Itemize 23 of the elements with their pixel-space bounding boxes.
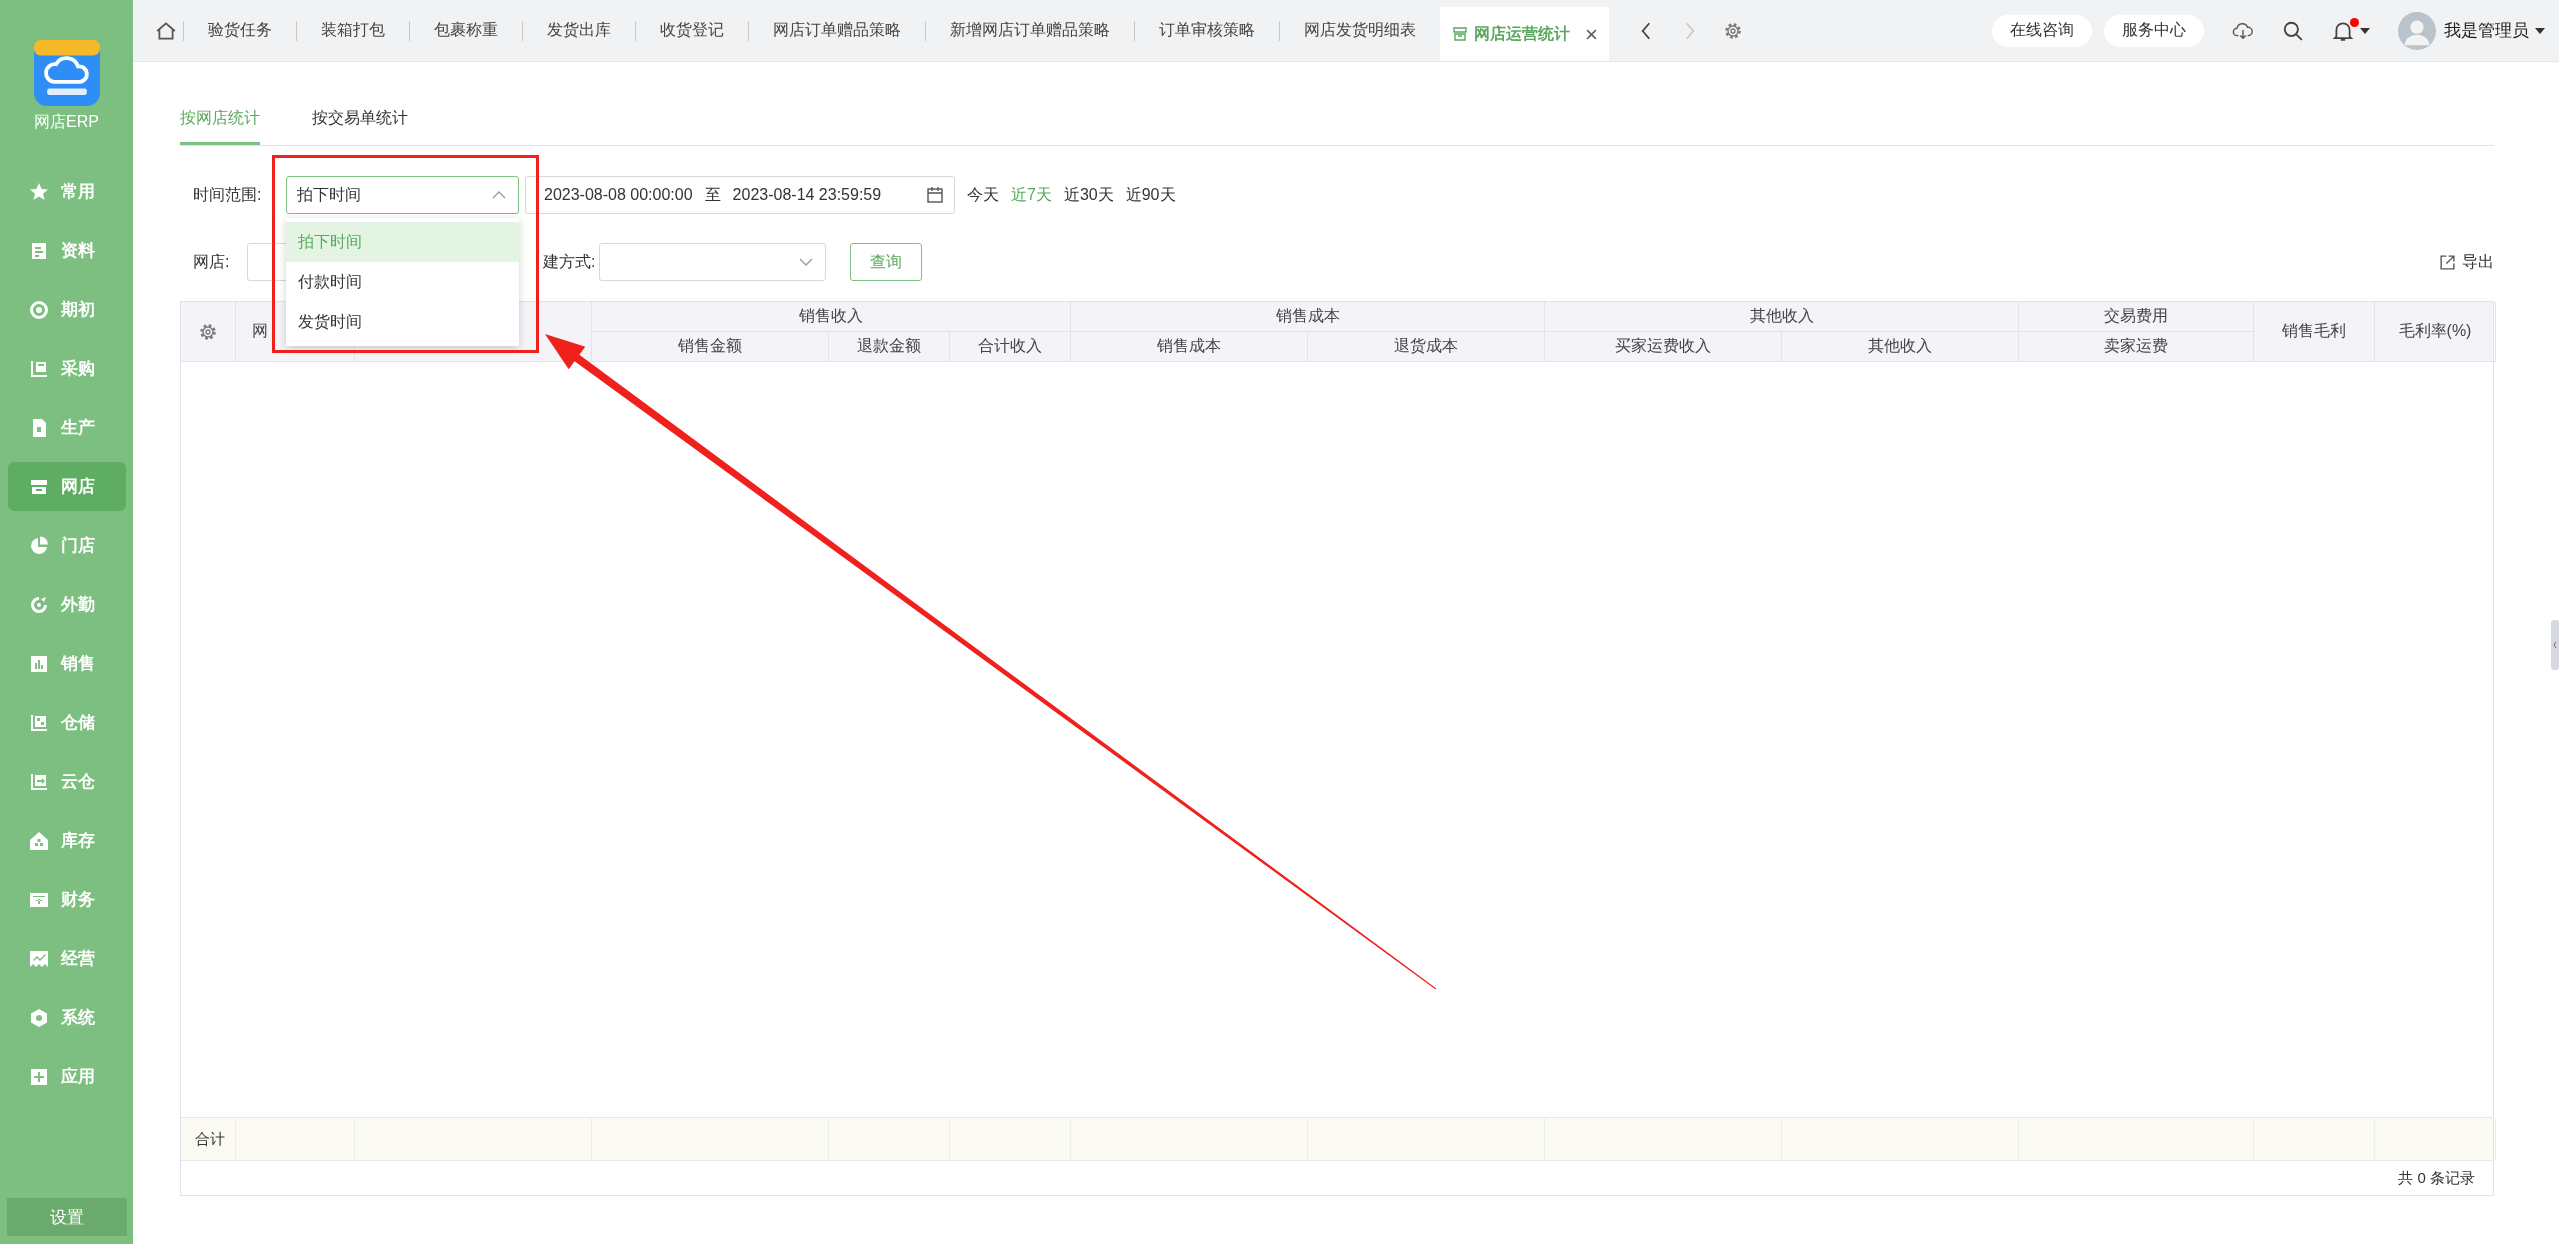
shop-label: 网店: — [193, 251, 231, 272]
column-header: 销售毛利 — [2254, 302, 2375, 362]
app-name: 网店ERP — [34, 112, 99, 132]
column-header: 其他收入 — [1545, 302, 2019, 332]
time-range-label: 时间范围: — [193, 184, 263, 205]
column-header: 毛利率(%) — [2375, 302, 2496, 362]
end-date: 2023-08-14 23:59:59 — [732, 186, 882, 204]
column-header: 退货成本 — [1308, 332, 1545, 362]
start-date: 2023-08-08 00:00:00 — [544, 186, 693, 204]
column-header: 销售成本 — [1071, 332, 1308, 362]
column-header: 买家运费收入 — [1545, 332, 1782, 362]
column-header: 交易费用 — [2019, 302, 2254, 332]
column-header: 销售收入 — [592, 302, 1071, 332]
range-separator: 至 — [704, 184, 721, 205]
record-count: 共 0 条记录 — [2398, 1168, 2475, 1188]
total-label: 合计 — [181, 1118, 236, 1160]
column-header: 销售金额 — [592, 332, 829, 362]
column-header: 合计收入 — [950, 332, 1071, 362]
create-method-label: 建方式: — [543, 251, 596, 272]
column-header: 销售成本 — [1071, 302, 1545, 332]
column-header: 卖家运费 — [2019, 332, 2254, 362]
column-header: 其他收入 — [1782, 332, 2019, 362]
column-header: 退款金额 — [829, 332, 950, 362]
